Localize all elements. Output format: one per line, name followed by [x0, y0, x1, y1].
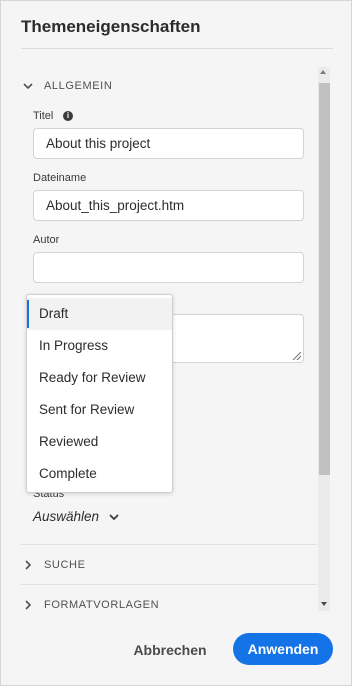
author-label: Autor [33, 234, 60, 246]
status-select[interactable]: Auswählen [33, 509, 119, 524]
resize-grip-icon[interactable] [293, 352, 301, 360]
scrollbar-thumb[interactable] [319, 83, 330, 475]
section-divider [21, 544, 317, 545]
chevron-down-icon [23, 83, 33, 90]
section-search-header[interactable]: SUCHE [23, 559, 86, 571]
status-option-reviewed[interactable]: Reviewed [27, 426, 172, 458]
scroll-up-arrow-icon[interactable] [320, 70, 326, 74]
status-option-draft[interactable]: Draft [27, 298, 172, 330]
status-option-in-progress[interactable]: In Progress [27, 330, 172, 362]
status-option-sent-for-review[interactable]: Sent for Review [27, 394, 172, 426]
author-field[interactable] [33, 252, 304, 283]
filename-field[interactable]: About_this_project.htm [33, 190, 304, 221]
section-search-label: SUCHE [44, 559, 86, 571]
dialog-title: Themeneigenschaften [21, 17, 201, 36]
status-dropdown-menu: Draft In Progress Ready for Review Sent … [26, 294, 173, 493]
scroll-down-arrow-icon[interactable] [321, 602, 327, 606]
status-select-value: Auswählen [33, 509, 100, 524]
status-option-complete[interactable]: Complete [27, 458, 172, 490]
cancel-button[interactable]: Abbrechen [123, 634, 217, 665]
title-divider [21, 48, 333, 49]
chevron-right-icon [25, 560, 32, 570]
title-field[interactable]: About this project [33, 128, 304, 159]
info-icon[interactable]: i [63, 111, 73, 121]
title-label: Titel [33, 110, 54, 122]
section-divider [21, 584, 317, 585]
section-general-header[interactable]: ALLGEMEIN [23, 80, 112, 92]
apply-button[interactable]: Anwenden [233, 633, 333, 665]
section-templates-label: FORMATVORLAGEN [44, 599, 160, 611]
chevron-right-icon [25, 600, 32, 610]
section-templates-header[interactable]: FORMATVORLAGEN [23, 599, 159, 611]
section-general-label: ALLGEMEIN [44, 80, 113, 92]
status-option-ready-for-review[interactable]: Ready for Review [27, 362, 172, 394]
chevron-down-icon [109, 513, 119, 520]
filename-label: Dateiname [33, 172, 87, 184]
topic-properties-dialog: Themeneigenschaften ALLGEMEIN Titel i Ab… [0, 0, 352, 686]
